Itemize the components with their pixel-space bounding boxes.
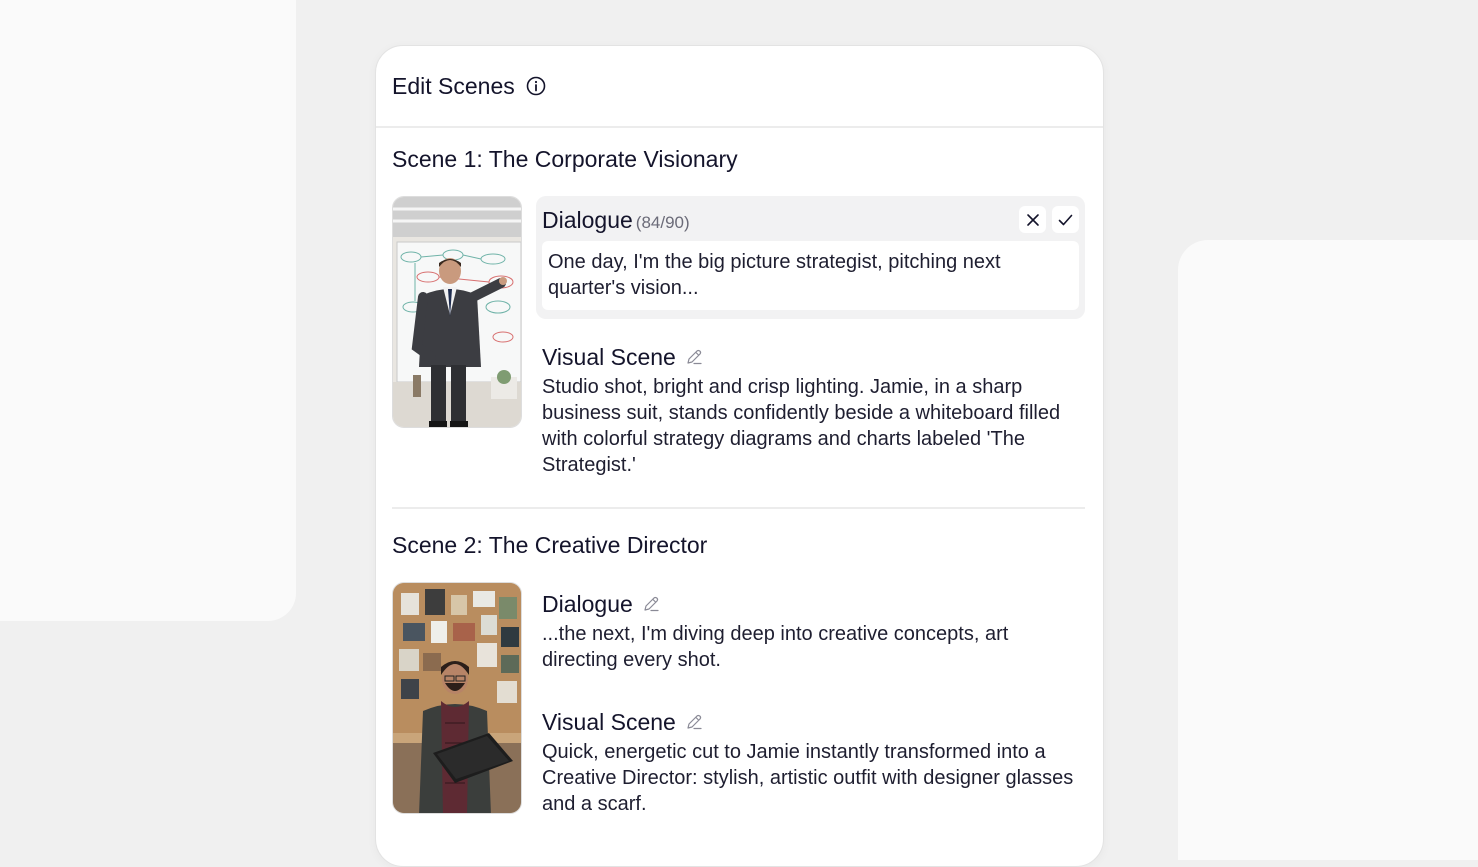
scene-1: Scene 1: The Corporate Visionary Dialogu… [392, 144, 1085, 476]
visual-scene-text: Quick, energetic cut to Jamie instantly … [542, 741, 1074, 815]
scene-title: Scene 1: The Corporate Visionary [392, 146, 738, 172]
visual-scene-label: Visual Scene [542, 343, 676, 370]
scene-2-thumbnail[interactable] [392, 582, 522, 814]
info-icon[interactable] [526, 76, 546, 96]
dialogue-label: Dialogue [542, 590, 633, 617]
visual-scene-section: Visual Scene Studio shot, bright and cri… [542, 342, 1085, 478]
pencil-icon[interactable] [685, 348, 703, 366]
visual-scene-text: Studio shot, bright and crisp lighting. … [542, 376, 1061, 476]
visual-scene-section: Visual Scene Quick, energetic cut to Jam… [542, 707, 1085, 817]
panel-title: Edit Scenes [392, 72, 515, 99]
background-card-right [1178, 240, 1478, 860]
dialogue-text: ...the next, I'm diving deep into creati… [542, 623, 1009, 671]
edit-scenes-panel: Edit Scenes Scene 1: The Corporate Visio… [375, 45, 1104, 867]
dialogue-input[interactable] [542, 241, 1079, 310]
pencil-icon[interactable] [642, 595, 660, 613]
visual-scene-label: Visual Scene [542, 708, 676, 735]
dialogue-label: Dialogue [542, 206, 633, 233]
panel-header: Edit Scenes [376, 46, 1103, 128]
scene-1-thumbnail[interactable] [392, 196, 522, 428]
scene-divider [392, 507, 1085, 509]
dialogue-section: Dialogue ...the next, I'm diving deep in… [542, 582, 1085, 673]
scene-title: Scene 2: The Creative Director [392, 532, 708, 558]
character-counter: (84/90) [635, 212, 690, 232]
pencil-icon[interactable] [685, 713, 703, 731]
background-card-left [0, 0, 296, 621]
check-icon [1058, 213, 1073, 227]
close-icon [1026, 213, 1040, 227]
confirm-edit-button[interactable] [1052, 206, 1079, 233]
cancel-edit-button[interactable] [1019, 206, 1046, 233]
dialogue-edit-box: Dialogue (84/90) [536, 196, 1085, 319]
scene-2: Scene 2: The Creative Director Dialogue … [392, 530, 1085, 815]
